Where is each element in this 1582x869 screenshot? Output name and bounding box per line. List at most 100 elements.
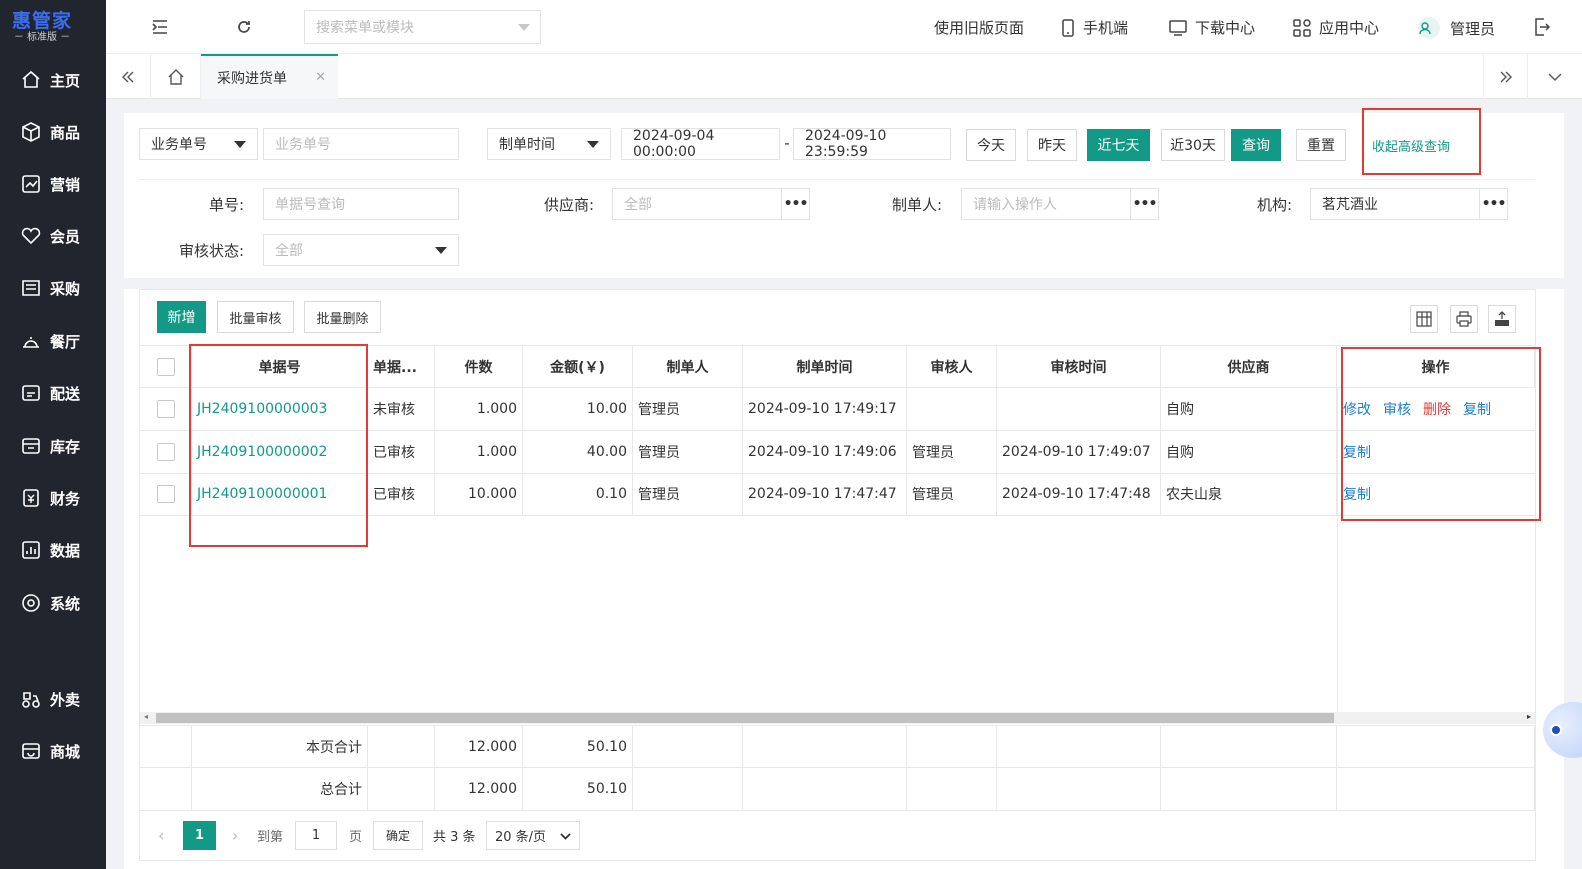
more-dots-icon[interactable]: •••	[1130, 189, 1158, 219]
time-type-select[interactable]: 制单时间	[487, 128, 611, 160]
floating-assistant-icon[interactable]	[1540, 700, 1582, 760]
biz-number-input[interactable]: 业务单号	[263, 128, 459, 160]
empty-cell	[743, 768, 907, 810]
supplier-cell: 自购	[1161, 430, 1337, 473]
doc-number-input[interactable]: 单据号查询	[263, 188, 459, 220]
horizontal-scrollbar[interactable]: ◂ ▸	[140, 712, 1535, 724]
confirm-page-button[interactable]: 确定	[373, 820, 423, 850]
org-picker[interactable]: 茗芃酒业 •••	[1310, 188, 1508, 220]
row-checkbox[interactable]	[156, 442, 175, 461]
empty-cell	[743, 726, 907, 767]
column-header[interactable]: 制单人	[633, 346, 743, 387]
scroll-left-arrow-icon[interactable]: ◂	[144, 712, 148, 721]
sidebar-item-12[interactable]: 商城	[0, 731, 106, 771]
row-checkbox[interactable]	[156, 400, 175, 418]
column-header[interactable]: 制单时间	[743, 346, 907, 387]
column-header[interactable]: 审核时间	[997, 346, 1161, 387]
audited-time-cell: 2024-09-10 17:47:48	[997, 473, 1161, 515]
batch-audit-button[interactable]: 批量审核	[217, 301, 294, 333]
panel-gap	[124, 278, 1564, 289]
goto-label: 到第	[257, 829, 284, 845]
sidebar-item-5[interactable]: 餐厅	[0, 321, 106, 361]
audit-status-select[interactable]: 全部	[263, 234, 459, 266]
sidebar-item-4[interactable]: 采购	[0, 268, 106, 308]
divider	[139, 179, 1535, 180]
total-label: 总合计	[192, 768, 368, 810]
sidebar-item-9[interactable]: 数据	[0, 530, 106, 570]
tabs-scroll-left-icon[interactable]	[106, 54, 151, 99]
sidebar: 惠管家 － 标准版 － 主页 商品 营销 会员 采购 餐厅 配送 库存 财务 数据 系统 外卖 商城	[0, 0, 106, 869]
more-dots-icon[interactable]: •••	[1479, 189, 1507, 219]
select-all-checkbox[interactable]	[156, 357, 175, 376]
end-time-input[interactable]: 2024-09-10 23:59:59	[793, 128, 951, 160]
print-icon[interactable]	[1450, 305, 1478, 333]
page-1-button[interactable]: 1	[183, 820, 216, 850]
tabs-menu-chevron-down-icon[interactable]	[1528, 54, 1582, 99]
sidebar-item-11[interactable]: 外卖	[0, 679, 106, 719]
page-size-select[interactable]: 20 条/页	[486, 820, 580, 850]
menu-collapse-icon[interactable]	[148, 15, 172, 39]
today-button[interactable]: 今天	[966, 129, 1016, 161]
qty-cell: 10.000	[435, 473, 523, 515]
total-label: 本页合计	[192, 726, 368, 767]
row-checkbox[interactable]	[156, 485, 175, 503]
refresh-icon[interactable]	[232, 15, 256, 39]
biz-type-select[interactable]: 业务单号	[139, 128, 258, 160]
page-size-value: 20 条/页	[495, 829, 547, 845]
sidebar-item-8[interactable]: 财务	[0, 478, 106, 518]
more-dots-icon[interactable]: •••	[781, 189, 809, 219]
last-7-days-button[interactable]: 近七天	[1087, 129, 1150, 161]
sidebar-item-0[interactable]: 主页	[0, 60, 106, 100]
close-icon[interactable]: ✕	[315, 70, 326, 85]
user-menu[interactable]: 管理员	[1418, 17, 1495, 39]
column-header[interactable]: 单据...	[368, 346, 435, 387]
total-qty: 12.000	[435, 768, 523, 810]
reset-button[interactable]: 重置	[1296, 129, 1346, 161]
user-name: 管理员	[1450, 19, 1496, 38]
batch-delete-button[interactable]: 批量删除	[304, 301, 381, 333]
yesterday-button[interactable]: 昨天	[1027, 129, 1077, 161]
sidebar-item-1[interactable]: 商品	[0, 112, 106, 152]
columns-icon[interactable]	[1410, 305, 1438, 333]
tabs-scroll-right-icon[interactable]	[1483, 54, 1528, 99]
supplier-picker[interactable]: 全部 •••	[612, 188, 810, 220]
tab-purchase-receipt[interactable]: 采购进货单 ✕	[201, 54, 338, 99]
creator-picker[interactable]: 请输入操作人 •••	[961, 188, 1159, 220]
logout-icon[interactable]	[1530, 15, 1554, 39]
column-header[interactable]: 件数	[435, 346, 523, 387]
chevron-down-icon	[234, 141, 246, 148]
sidebar-item-2[interactable]: 营销	[0, 164, 106, 204]
sidebar-item-label: 商品	[50, 123, 81, 142]
add-button[interactable]: 新增	[157, 301, 206, 333]
column-header[interactable]: 供应商	[1161, 346, 1337, 387]
last-30-days-button[interactable]: 近30天	[1161, 129, 1225, 161]
empty-cell	[997, 768, 1161, 810]
sidebar-item-6[interactable]: 配送	[0, 373, 106, 413]
query-button[interactable]: 查询	[1231, 129, 1281, 161]
mobile-link[interactable]: 手机端	[1061, 17, 1128, 38]
sidebar-item-10[interactable]: 系统	[0, 583, 106, 623]
old-page-link[interactable]: 使用旧版页面	[934, 17, 1024, 38]
total-count-label: 共 3 条	[433, 829, 476, 845]
empty-cell	[633, 768, 743, 810]
scroll-right-arrow-icon[interactable]: ▸	[1527, 712, 1531, 721]
start-time-input[interactable]: 2024-09-04 00:00:00	[621, 128, 780, 160]
row-select-cell	[140, 388, 192, 430]
download-center-link[interactable]: 下载中心	[1169, 17, 1255, 38]
next-page-icon[interactable]: ›	[232, 826, 238, 845]
page-number-input[interactable]: 1	[295, 820, 337, 850]
menu-search-select[interactable]: 搜索菜单或模块	[304, 10, 541, 44]
sidebar-item-3[interactable]: 会员	[0, 216, 106, 256]
prev-page-icon[interactable]: ‹	[158, 826, 164, 845]
highlight-box	[189, 344, 368, 547]
home-icon	[20, 69, 42, 91]
column-header[interactable]: 金额(￥)	[523, 346, 633, 387]
column-header[interactable]: 审核人	[907, 346, 997, 387]
scrollbar-thumb[interactable]	[156, 713, 1334, 723]
sidebar-item-7[interactable]: 库存	[0, 426, 106, 466]
sidebar-item-label: 配送	[50, 384, 81, 403]
export-icon[interactable]	[1488, 305, 1516, 333]
home-tab-icon[interactable]	[151, 54, 201, 99]
app-center-link[interactable]: 应用中心	[1293, 17, 1379, 38]
empty-cell	[1161, 726, 1337, 767]
